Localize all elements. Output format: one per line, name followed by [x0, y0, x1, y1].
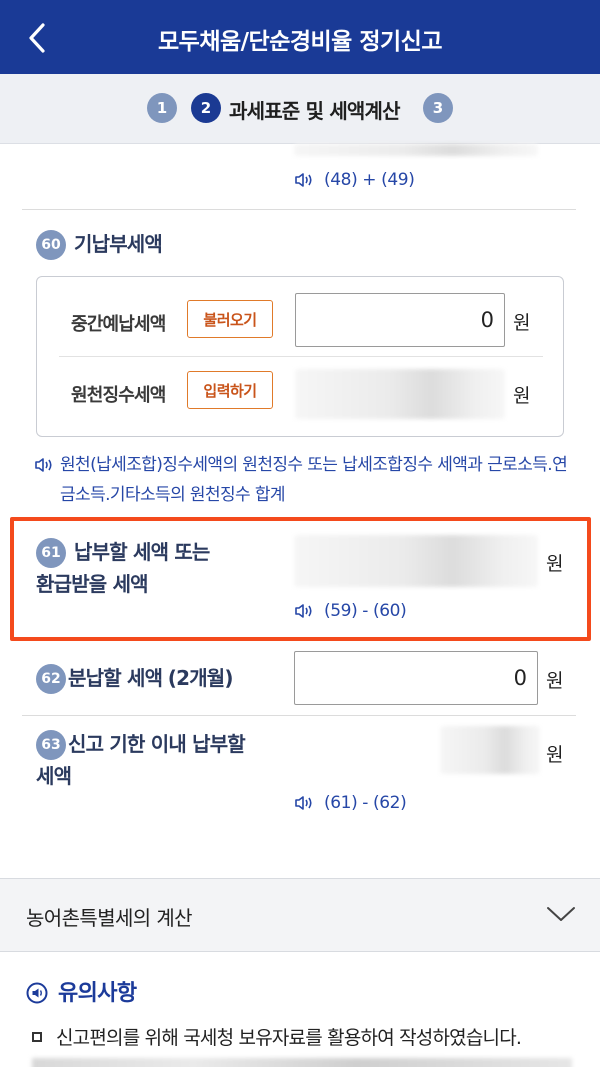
load-button[interactable]: 불러오기 — [187, 300, 273, 338]
page-title: 모두채움/단순경비율 정기신고 — [158, 29, 443, 55]
section-59-value-blurred — [294, 144, 538, 156]
step-1-badge[interactable]: 1 — [147, 93, 177, 123]
screen: 모두채움/단순경비율 정기신고 1 2 과세표준 및 세액계산 3 (48) +… — [0, 0, 600, 1067]
accordion-label: 농어촌특별세의 계산 — [26, 906, 193, 930]
interim-prepayment-input[interactable] — [295, 293, 505, 347]
section-63-formula: (61) - (62) — [324, 793, 407, 813]
interim-prepayment-label: 중간예납세액 — [71, 314, 166, 335]
withholding-tax-label: 원천징수세액 — [71, 385, 166, 406]
won-unit: 원 — [546, 744, 564, 766]
won-unit: 원 — [546, 670, 564, 692]
notice-item: 신고편의를 위해 국세청 보유자료를 활용하여 작성하였습니다. — [32, 1023, 522, 1050]
won-unit: 원 — [513, 385, 531, 407]
bullet-square-icon — [32, 1032, 42, 1042]
section-62-number-badge: 62 — [36, 664, 66, 694]
step-indicator: 1 2 과세표준 및 세액계산 3 — [0, 74, 600, 144]
prepaid-tax-card: 중간예납세액 불러오기 원 원천징수세액 입력하기 원 — [36, 276, 564, 437]
withholding-tax-value-blurred — [295, 369, 505, 419]
won-unit: 원 — [513, 312, 531, 334]
section-62-title: 분납할 세액 (2개월) — [68, 663, 234, 693]
speaker-icon — [294, 603, 314, 619]
notice-title: 유의사항 — [58, 981, 137, 1006]
card-divider — [59, 356, 543, 357]
section-61-number-badge: 61 — [36, 538, 66, 568]
speaker-icon — [294, 795, 314, 811]
chevron-down-icon — [547, 907, 575, 921]
won-unit: 원 — [546, 553, 564, 575]
section-63-number-badge: 63 — [36, 730, 66, 760]
step-2-badge[interactable]: 2 — [191, 93, 221, 123]
section-62-title-text: 분납할 세액 — [68, 666, 163, 690]
speaker-icon — [294, 172, 314, 188]
notice-item-cut-blurred — [32, 1058, 572, 1067]
notice-speaker-icon — [26, 982, 48, 1004]
section-60-number-badge: 60 — [36, 230, 66, 260]
section-63-title-line1: 신고 기한 이내 납부할 — [68, 732, 246, 756]
rural-special-tax-accordion[interactable]: 농어촌특별세의 계산 — [0, 878, 600, 952]
enter-button[interactable]: 입력하기 — [187, 371, 273, 409]
section-60-note: 원천(납세조합)징수세액의 원천징수 또는 납세조합징수 세액과 근로소득.연금… — [60, 455, 568, 505]
section-61-value-blurred — [294, 535, 538, 587]
step-3-badge[interactable]: 3 — [423, 93, 453, 123]
section-63-hint: (61) - (62) — [294, 793, 407, 813]
section-61-hint: (59) - (60) — [294, 601, 407, 621]
step-2-label: 과세표준 및 세액계산 — [229, 99, 401, 123]
section-59-hint: (48) + (49) — [294, 170, 415, 190]
section-62-title-suffix: (2개월) — [167, 666, 234, 690]
section-63-value-blurred — [440, 726, 540, 774]
section-61-formula: (59) - (60) — [324, 601, 407, 621]
installment-tax-input[interactable] — [294, 651, 538, 705]
section-59-formula: (48) + (49) — [324, 170, 415, 190]
divider — [22, 209, 576, 210]
speaker-icon — [34, 457, 54, 477]
app-header: 모두채움/단순경비율 정기신고 — [0, 0, 600, 74]
divider — [22, 715, 576, 716]
section-60-title: 기납부세액 — [74, 232, 163, 256]
section-61-title-line1: 납부할 세액 또는 — [74, 540, 210, 564]
section-61-title-line2: 환급받을 세액 — [36, 572, 149, 596]
section-63-title-line2: 세액 — [36, 764, 72, 788]
notice-item-text: 신고편의를 위해 국세청 보유자료를 활용하여 작성하였습니다. — [56, 1027, 522, 1049]
